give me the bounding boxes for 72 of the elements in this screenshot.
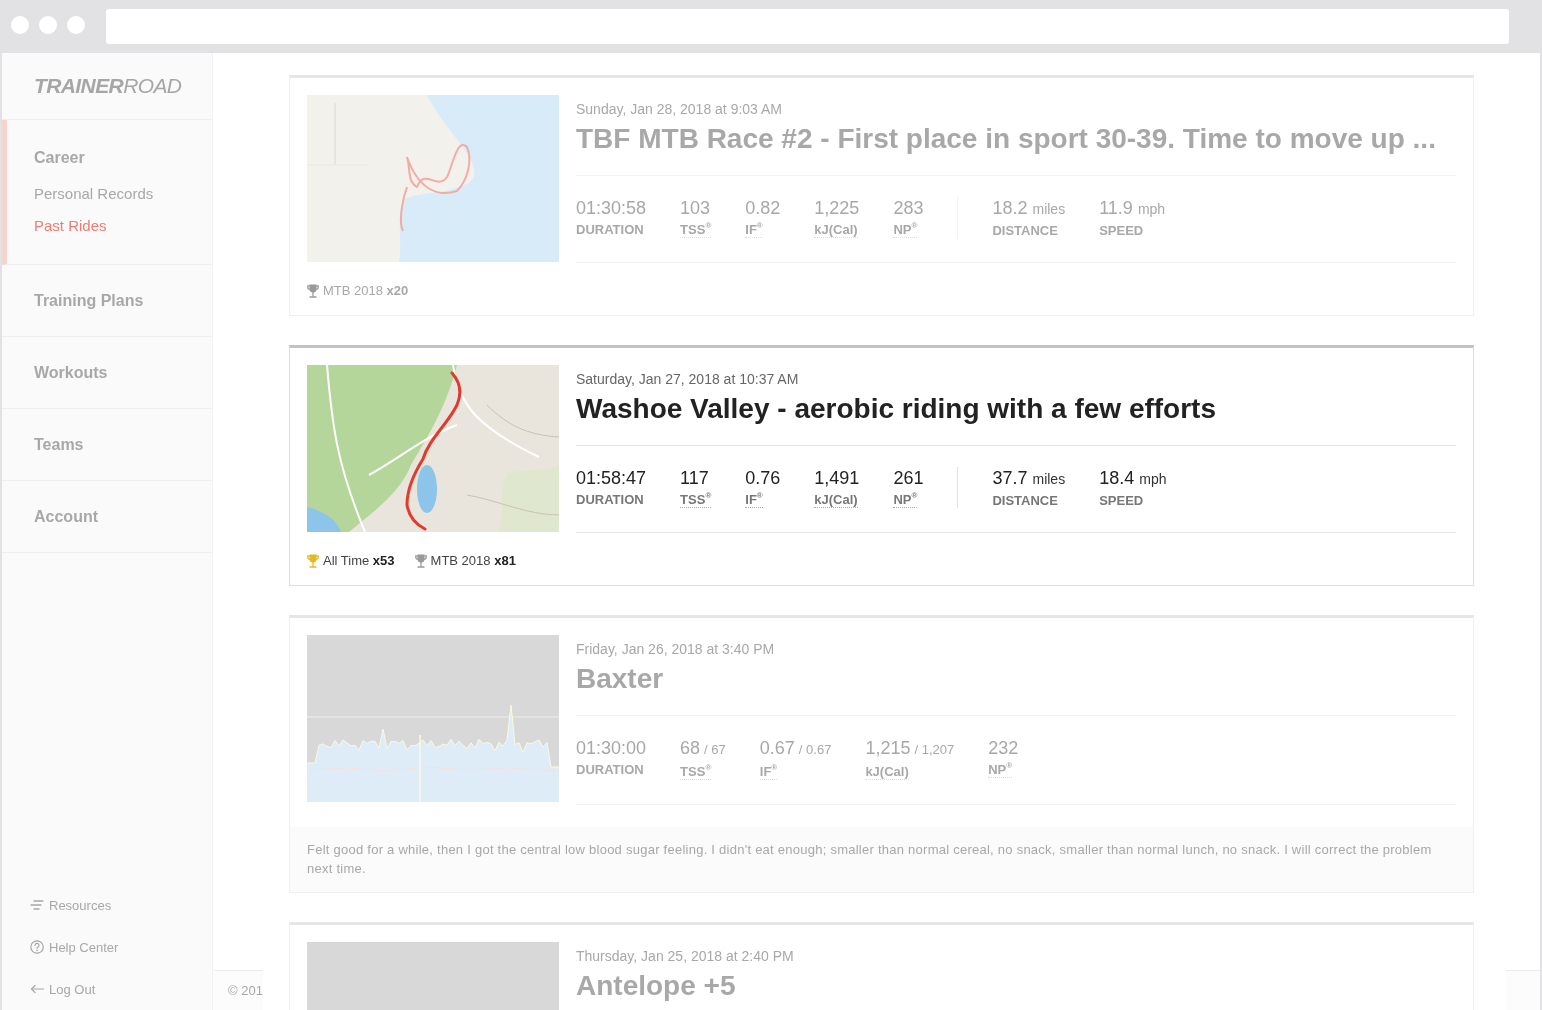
ride-note: Felt good for a while, then I got the central low blood sugar feeling. I didn't eat enough; smaller than normal cereal, no snack, smaller than normal lunch, no snack. I will correct the problem next time. xyxy=(290,827,1473,892)
achievement-label: All Time x53 xyxy=(323,553,395,569)
nav-link[interactable]: Workouts xyxy=(34,363,108,383)
nav-sublink[interactable]: Personal Records xyxy=(34,184,154,204)
ride-title[interactable]: TBF MTB Race #2 - First place in sport 30-39. Time to move up ... xyxy=(576,122,1436,156)
stat-label: TSS$^{®}$ xyxy=(680,222,712,238)
stat-label: DISTANCE xyxy=(992,223,1058,238)
achievement-label: MTB 2018 x81 xyxy=(430,553,516,569)
copyright-text: © 201 xyxy=(228,983,263,998)
ride-date: Thursday, Jan 25, 2018 at 2:40 PM xyxy=(576,948,794,964)
stat-value: 261 xyxy=(893,467,924,489)
nav-link[interactable]: Training Plans xyxy=(34,291,144,311)
stat-label: DURATION xyxy=(576,492,644,507)
stat-value: 1,215 xyxy=(865,737,911,759)
stat-value: 1,225 xyxy=(814,197,860,219)
stat-label: kJ(Cal) xyxy=(865,764,909,780)
window-dot-icon[interactable] xyxy=(39,15,57,34)
nav-link[interactable]: Career xyxy=(34,148,85,168)
stat-label: IF$^{®}$ xyxy=(759,764,778,780)
stat-value: 01:58:47 xyxy=(576,467,647,489)
target-value: / 1,207 xyxy=(914,741,955,759)
stat-label: DURATION xyxy=(576,762,644,777)
stat-value: 68 xyxy=(680,737,701,759)
stat-label: SPEED xyxy=(1099,493,1144,508)
stat-label: NP$^{®}$ xyxy=(893,492,918,508)
ride-date: Friday, Jan 26, 2018 at 3:40 PM xyxy=(576,641,775,657)
stat-value: 01:30:58 xyxy=(576,197,647,219)
stat-value: 232 xyxy=(988,737,1019,759)
ride-title[interactable]: Baxter xyxy=(576,662,664,696)
nav-link[interactable]: Account xyxy=(34,507,98,527)
sidebar-link[interactable]: Log Out xyxy=(30,981,96,997)
achievement-label: MTB 2018 x20 xyxy=(323,283,409,299)
stat-label: IF$^{®}$ xyxy=(745,492,763,508)
stat-value: 0.82 xyxy=(745,197,781,219)
stat-label: DURATION xyxy=(576,222,644,237)
stat-value: 37.7 miles xyxy=(992,467,1066,490)
stat-label: NP$^{®}$ xyxy=(893,222,918,238)
stat-value: 103 xyxy=(680,197,711,219)
ride-title[interactable]: Antelope +5 xyxy=(576,969,736,1003)
stat-label: kJ(Cal) xyxy=(814,222,858,238)
target-value: / 0.67 xyxy=(798,741,832,759)
sidebar-link[interactable]: Resources xyxy=(30,897,112,913)
stat-value: 18.2 miles xyxy=(992,197,1066,220)
help-icon xyxy=(30,940,44,954)
sidebar-link[interactable]: Help Center xyxy=(30,939,119,955)
stat-value: 1,491 xyxy=(814,467,860,489)
stat-label: kJ(Cal) xyxy=(814,492,858,508)
ride-date: Saturday, Jan 27, 2018 at 10:37 AM xyxy=(576,371,799,387)
window-dot-icon[interactable] xyxy=(11,15,29,34)
stat-label: TSS$^{®}$ xyxy=(680,492,712,508)
list-icon xyxy=(30,898,44,912)
stat-label: TSS$^{®}$ xyxy=(680,764,712,780)
stat-value: 0.76 xyxy=(745,467,781,489)
stat-value: 0.67 xyxy=(759,737,795,759)
stat-label: IF$^{®}$ xyxy=(745,222,763,238)
logo[interactable]: TRAINERROAD xyxy=(34,74,182,98)
stat-value: 283 xyxy=(893,197,924,219)
stat-value: 18.4 mph xyxy=(1099,467,1167,490)
ride-title[interactable]: Washoe Valley - aerobic riding with a few efforts xyxy=(576,392,1216,426)
arrow-left-icon xyxy=(30,982,44,996)
window-dot-icon[interactable] xyxy=(67,15,85,34)
nav-sublink[interactable]: Past Rides xyxy=(34,216,107,236)
stat-value: 11.9 mph xyxy=(1099,197,1166,220)
stat-value: 01:30:00 xyxy=(576,737,647,759)
nav-link[interactable]: Teams xyxy=(34,435,84,455)
stat-label: NP$^{®}$ xyxy=(988,762,1013,778)
ride-date: Sunday, Jan 28, 2018 at 9:03 AM xyxy=(576,101,782,117)
address-bar[interactable] xyxy=(106,9,1509,44)
stat-value: 117 xyxy=(680,467,709,489)
target-value: / 67 xyxy=(704,741,726,759)
stat-label: DISTANCE xyxy=(992,493,1058,508)
stat-label: SPEED xyxy=(1099,223,1144,238)
